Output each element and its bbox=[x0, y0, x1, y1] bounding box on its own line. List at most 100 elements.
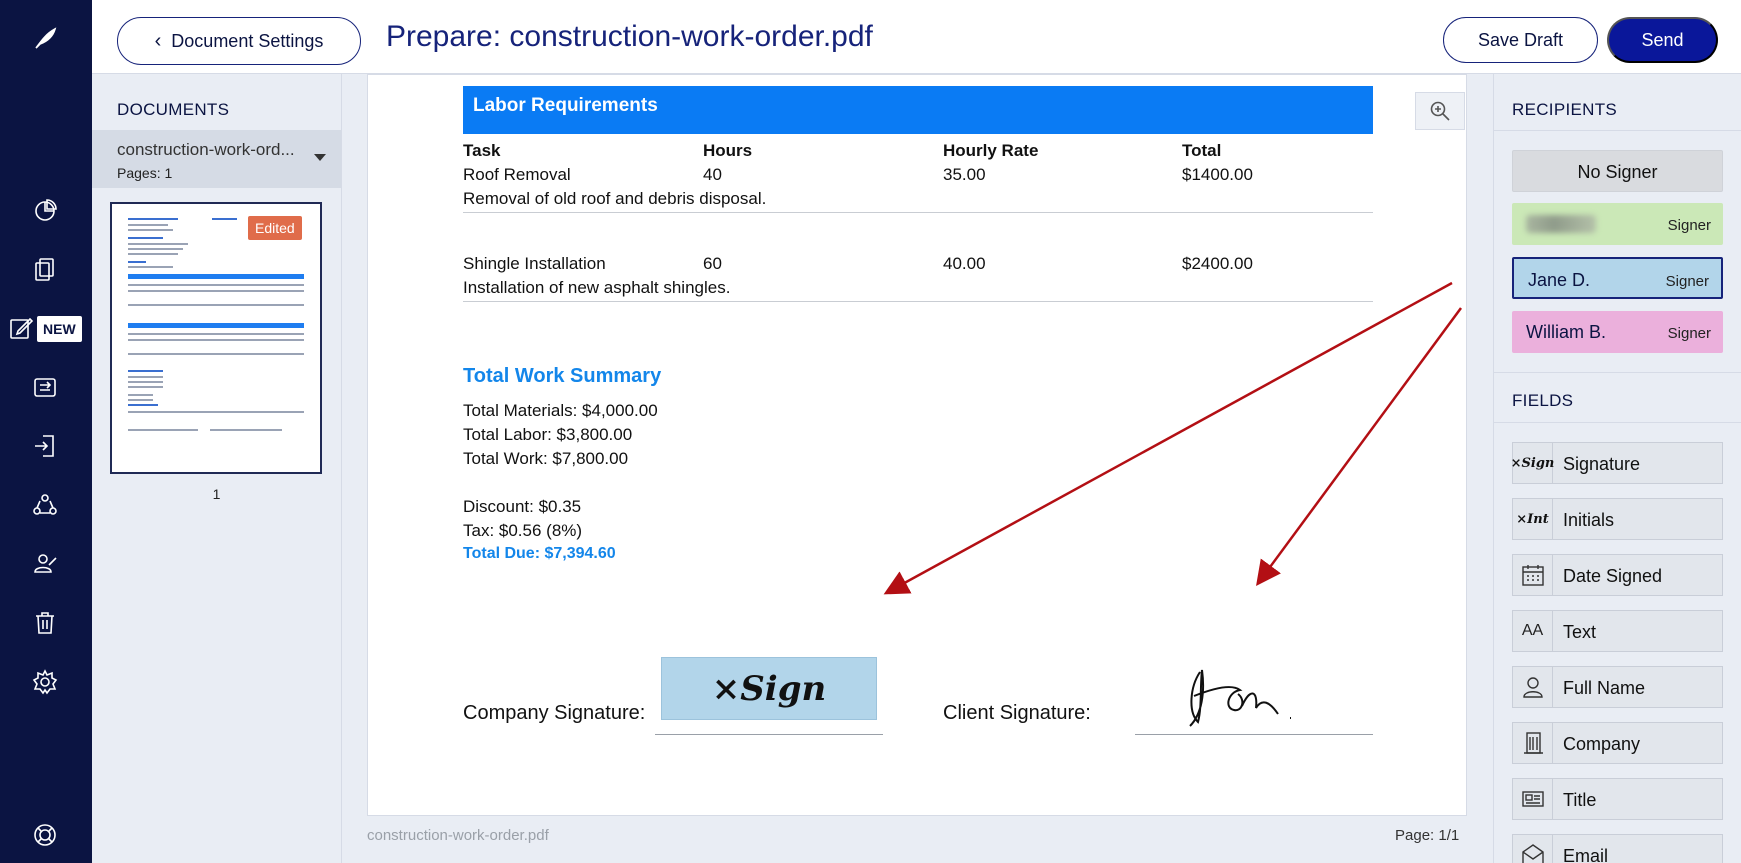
trash-icon[interactable] bbox=[30, 608, 60, 638]
sign-field-text: ×Sign bbox=[711, 668, 827, 709]
document-filename-footer: construction-work-order.pdf bbox=[367, 827, 549, 844]
field-label: Title bbox=[1563, 790, 1597, 810]
summary-tax: Tax: $0.56 (8%) bbox=[463, 521, 583, 540]
help-icon[interactable] bbox=[30, 820, 60, 850]
recipient-name: William B. bbox=[1526, 322, 1606, 342]
summary-materials: Total Materials: $4,000.00 bbox=[463, 401, 658, 420]
separator bbox=[1494, 422, 1741, 423]
documents-heading: DOCUMENTS bbox=[117, 100, 230, 119]
settings-icon[interactable] bbox=[30, 667, 60, 697]
field-date-signed[interactable]: Date Signed bbox=[1512, 554, 1723, 596]
id-card-icon bbox=[1513, 779, 1553, 819]
field-full-name[interactable]: Full Name bbox=[1512, 666, 1723, 708]
field-label: Signature bbox=[1563, 454, 1641, 474]
templates-icon[interactable] bbox=[30, 372, 60, 402]
recipient-role: Signer bbox=[1667, 217, 1711, 234]
field-email[interactable]: Email bbox=[1512, 834, 1723, 863]
pie-chart-icon[interactable] bbox=[30, 195, 60, 225]
row-2-total: $2400.00 bbox=[1182, 254, 1253, 273]
field-label: Email bbox=[1563, 846, 1609, 863]
panel-divider bbox=[341, 74, 342, 863]
field-label: Date Signed bbox=[1563, 566, 1663, 586]
section-title: Labor Requirements bbox=[473, 95, 658, 116]
row-1-task: Roof Removal bbox=[463, 165, 571, 184]
documents-panel: DOCUMENTS construction-work-ord... Pages… bbox=[92, 74, 341, 863]
document-settings-button[interactable]: ‹ Document Settings bbox=[117, 17, 361, 65]
row-2-rate: 40.00 bbox=[943, 254, 986, 273]
document-settings-label: Document Settings bbox=[171, 30, 324, 51]
summary-labor: Total Labor: $3,800.00 bbox=[463, 425, 633, 444]
column-header-task: Task bbox=[463, 141, 501, 160]
new-badge: NEW bbox=[37, 316, 82, 342]
recipient-name: No Signer bbox=[1577, 162, 1658, 182]
row-1-description: Removal of old roof and debris disposal. bbox=[463, 189, 767, 208]
document-page[interactable]: Labor Requirements Task Hours Hourly Rat… bbox=[367, 74, 1467, 816]
column-header-rate: Hourly Rate bbox=[943, 141, 1039, 160]
row-2-hours: 60 bbox=[703, 254, 722, 273]
zoom-in-icon bbox=[1430, 101, 1450, 121]
feather-logo-icon[interactable] bbox=[30, 24, 60, 54]
row-divider bbox=[463, 301, 1373, 302]
row-1-hours: 40 bbox=[703, 165, 722, 184]
chevron-left-icon: ‹ bbox=[154, 29, 162, 52]
import-icon[interactable] bbox=[30, 431, 60, 461]
recipient-william[interactable]: William B. Signer bbox=[1512, 311, 1723, 353]
page-indicator: Page: 1/1 bbox=[1395, 827, 1460, 844]
column-header-total: Total bbox=[1182, 141, 1222, 160]
field-company[interactable]: Company bbox=[1512, 722, 1723, 764]
page-thumbnail[interactable]: Edited bbox=[110, 202, 322, 474]
field-label: Initials bbox=[1563, 510, 1615, 530]
signer-icon[interactable] bbox=[30, 549, 60, 579]
client-signature-image[interactable] bbox=[1180, 652, 1310, 732]
field-label: Text bbox=[1563, 622, 1597, 642]
save-draft-button[interactable]: Save Draft bbox=[1443, 17, 1598, 63]
document-name: construction-work-ord... bbox=[117, 140, 295, 159]
fields-heading: FIELDS bbox=[1512, 391, 1574, 410]
caret-down-icon[interactable] bbox=[314, 154, 326, 161]
company-signature-field[interactable]: ×Sign bbox=[661, 657, 877, 720]
field-label: Company bbox=[1563, 734, 1641, 754]
row-divider bbox=[463, 212, 1373, 213]
recipient-name: Jane D. bbox=[1528, 270, 1591, 290]
recipient-no-signer[interactable]: No Signer bbox=[1512, 150, 1723, 192]
building-icon bbox=[1513, 723, 1553, 763]
signature-icon: ×Sign bbox=[1511, 443, 1554, 483]
field-signature[interactable]: ×Sign Signature bbox=[1511, 442, 1723, 484]
initials-icon: ×Int bbox=[1513, 499, 1553, 539]
field-title[interactable]: Title bbox=[1512, 778, 1723, 820]
edited-badge: Edited bbox=[248, 216, 302, 240]
company-signature-label: Company Signature: bbox=[463, 702, 646, 724]
separator bbox=[1494, 372, 1741, 373]
send-button[interactable]: Send bbox=[1607, 17, 1718, 63]
team-icon[interactable] bbox=[30, 490, 60, 520]
text-icon: AA bbox=[1513, 611, 1553, 651]
field-label: Full Name bbox=[1563, 678, 1646, 698]
zoom-in-button[interactable] bbox=[1415, 92, 1465, 130]
recipient-item[interactable]: Signer bbox=[1512, 203, 1723, 245]
field-initials[interactable]: ×Int Initials bbox=[1512, 498, 1723, 540]
left-nav: NEW bbox=[0, 0, 92, 863]
documents-icon[interactable] bbox=[30, 254, 60, 284]
thumbnail-page-number: 1 bbox=[212, 486, 221, 502]
summary-work: Total Work: $7,800.00 bbox=[463, 449, 629, 468]
recipient-role: Signer bbox=[1667, 325, 1711, 342]
recipient-role: Signer bbox=[1665, 273, 1709, 290]
edit-icon[interactable] bbox=[6, 313, 36, 343]
recipients-heading: RECIPIENTS bbox=[1512, 100, 1618, 119]
field-text[interactable]: AA Text bbox=[1512, 610, 1723, 652]
document-pages: Pages: 1 bbox=[117, 165, 173, 181]
row-2-task: Shingle Installation bbox=[463, 254, 606, 273]
section-header-bar: Labor Requirements bbox=[463, 86, 1373, 134]
row-1-total: $1400.00 bbox=[1182, 165, 1253, 184]
client-signature-label: Client Signature: bbox=[943, 702, 1091, 724]
right-panel: RECIPIENTS No Signer Signer Jane D. Sign… bbox=[1493, 74, 1741, 863]
page-title: Prepare: construction-work-order.pdf bbox=[386, 20, 873, 53]
calendar-icon bbox=[1513, 555, 1553, 595]
document-list-item[interactable]: construction-work-ord... Pages: 1 bbox=[92, 130, 341, 188]
separator bbox=[1494, 130, 1741, 131]
recipient-jane[interactable]: Jane D. Signer bbox=[1512, 257, 1723, 299]
summary-discount: Discount: $0.35 bbox=[463, 497, 582, 516]
row-1-rate: 35.00 bbox=[943, 165, 986, 184]
top-bar: ‹ Document Settings Prepare: constructio… bbox=[92, 0, 1741, 74]
envelope-icon bbox=[1513, 835, 1553, 863]
